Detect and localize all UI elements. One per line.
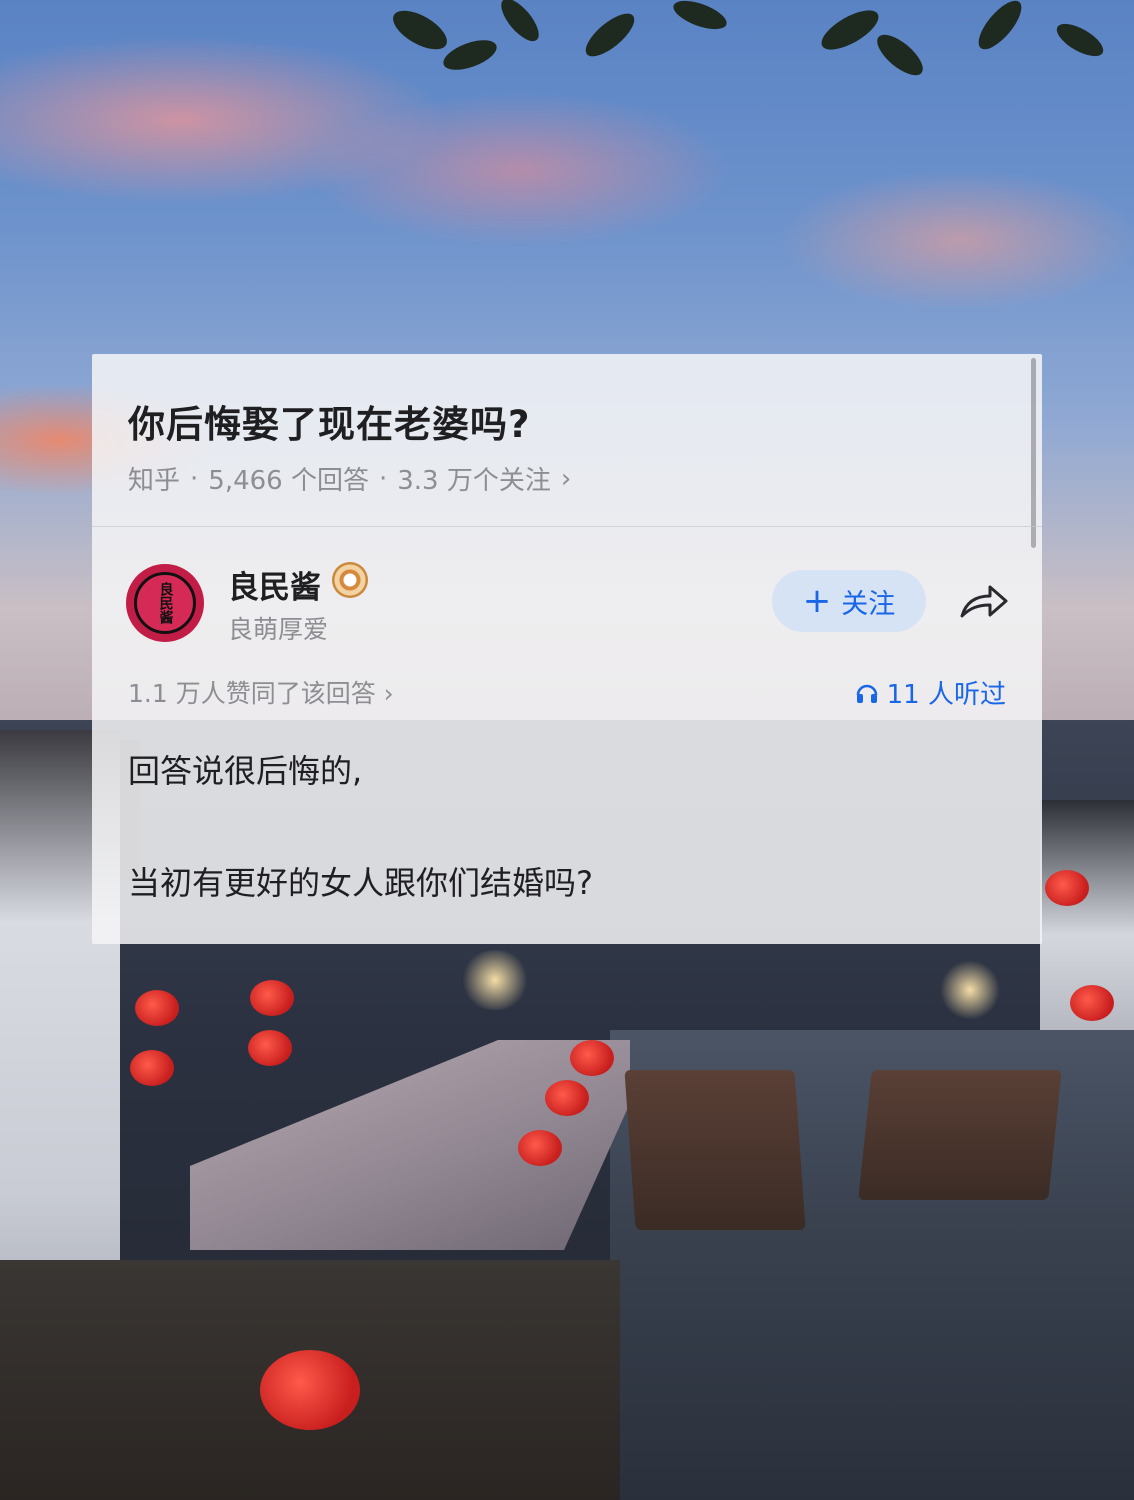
avatar-text: 良民酱 bbox=[134, 572, 196, 634]
divider bbox=[92, 526, 1042, 527]
red-lantern bbox=[250, 980, 294, 1016]
red-lantern bbox=[518, 1130, 562, 1166]
meta-separator: · bbox=[378, 463, 388, 494]
question-meta[interactable]: 知乎 · 5,466 个回答 · 3.3 万个关注 › bbox=[128, 460, 571, 497]
red-lantern bbox=[545, 1080, 589, 1116]
share-arrow-icon[interactable] bbox=[958, 582, 1010, 622]
follow-label: 关注 bbox=[841, 588, 896, 620]
source-label: 知乎 bbox=[128, 466, 181, 496]
headphones-icon bbox=[856, 684, 877, 703]
red-lantern bbox=[570, 1040, 614, 1076]
author-name[interactable]: 良民酱 bbox=[228, 562, 321, 607]
boat bbox=[624, 1070, 806, 1230]
scrollbar[interactable] bbox=[1031, 358, 1036, 548]
verified-eye-icon bbox=[332, 562, 368, 598]
question-card[interactable]: 你后悔娶了现在老婆吗? 知乎 · 5,466 个回答 · 3.3 万个关注 › … bbox=[92, 354, 1042, 944]
question-title[interactable]: 你后悔娶了现在老婆吗? bbox=[128, 394, 530, 448]
red-lantern bbox=[248, 1030, 292, 1066]
avatar[interactable]: 良民酱 bbox=[126, 564, 204, 642]
red-lantern bbox=[260, 1350, 360, 1430]
meta-separator: · bbox=[190, 463, 199, 494]
listen-label: 11 人听过 bbox=[886, 680, 1006, 710]
followers-count: 3.3 万个关注 bbox=[397, 466, 551, 496]
red-lantern bbox=[1070, 985, 1114, 1021]
chevron-right-icon: › bbox=[560, 463, 572, 494]
answers-count: 5,466 个回答 bbox=[208, 466, 369, 496]
red-lantern bbox=[130, 1050, 174, 1086]
plus-icon: + bbox=[802, 581, 832, 621]
tree-leaves bbox=[393, 0, 1104, 76]
shop-light bbox=[460, 950, 530, 1010]
red-lantern bbox=[1045, 870, 1089, 906]
red-lantern bbox=[135, 990, 179, 1026]
author-subtitle: 良萌厚爱 bbox=[228, 615, 329, 644]
follow-button[interactable]: + 关注 bbox=[772, 570, 926, 632]
answer-line: 当初有更好的女人跟你们结婚吗? bbox=[128, 864, 593, 902]
listen-count[interactable]: 11 人听过 bbox=[855, 674, 1006, 711]
votes-text[interactable]: 1.1 万人赞同了该回答 › bbox=[128, 674, 394, 710]
street-light bbox=[940, 960, 1000, 1020]
boat bbox=[858, 1070, 1062, 1200]
answer-line: 回答说很后悔的, bbox=[128, 752, 363, 790]
